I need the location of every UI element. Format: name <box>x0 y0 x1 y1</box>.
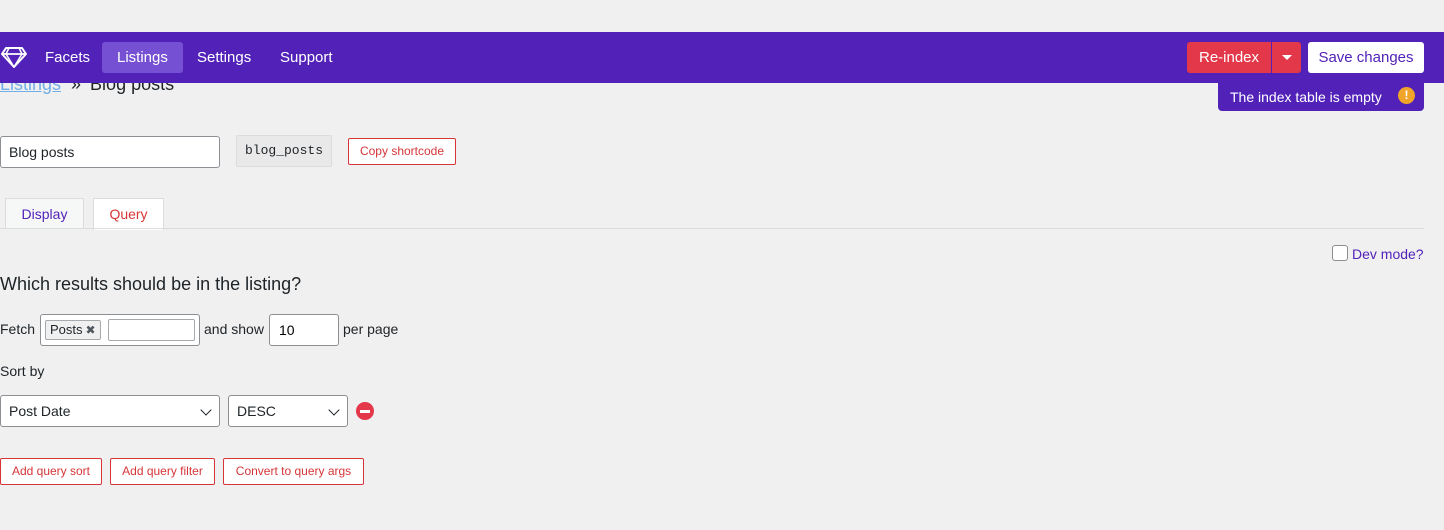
sort-by-label: Sort by <box>0 363 45 379</box>
add-query-filter-button[interactable]: Add query filter <box>110 458 215 485</box>
token-label: Posts <box>50 322 83 337</box>
dev-mode-label[interactable]: Dev mode? <box>1352 246 1424 262</box>
remove-sort-button[interactable] <box>356 402 374 420</box>
chevron-down-icon <box>328 404 340 416</box>
index-empty-notice[interactable]: The index table is empty ! <box>1218 83 1424 111</box>
sort-order-select[interactable]: DESC <box>228 395 348 427</box>
diamond-logo-icon[interactable] <box>1 47 27 68</box>
remove-token-icon[interactable]: ✖ <box>86 321 96 339</box>
sort-field-select[interactable]: Post Date <box>0 395 220 427</box>
convert-to-query-args-button[interactable]: Convert to query args <box>223 458 364 485</box>
save-changes-button[interactable]: Save changes <box>1308 42 1424 73</box>
per-page-input[interactable] <box>269 314 339 346</box>
per-page-label: per page <box>343 321 399 337</box>
listing-name-input[interactable] <box>0 136 220 168</box>
tab-query[interactable]: Query <box>93 198 164 230</box>
post-type-search-input[interactable] <box>108 319 195 341</box>
reindex-dropdown-button[interactable] <box>1272 42 1301 73</box>
nav-item-support[interactable]: Support <box>265 42 348 73</box>
nav-item-settings[interactable]: Settings <box>182 42 266 73</box>
query-section-title: Which results should be in the listing? <box>0 274 302 294</box>
add-query-sort-button[interactable]: Add query sort <box>0 458 102 485</box>
warning-icon: ! <box>1398 87 1415 104</box>
caret-down-icon <box>1282 55 1292 60</box>
top-nav-bar: Facets Listings Settings Support Re-inde… <box>0 32 1444 83</box>
tab-divider <box>0 228 1424 229</box>
copy-shortcode-button[interactable]: Copy shortcode <box>348 138 456 165</box>
nav-item-facets[interactable]: Facets <box>30 42 105 73</box>
post-type-selector[interactable]: Posts ✖ <box>40 314 200 346</box>
notice-text: The index table is empty <box>1230 89 1382 105</box>
dev-mode-checkbox[interactable] <box>1332 245 1348 261</box>
listing-slug: blog_posts <box>236 135 332 167</box>
sort-field-value: Post Date <box>9 403 71 419</box>
tab-display[interactable]: Display <box>5 198 84 229</box>
sort-order-value: DESC <box>237 403 276 419</box>
post-type-token: Posts ✖ <box>45 320 101 340</box>
fetch-label: Fetch <box>0 321 36 337</box>
chevron-down-icon <box>200 404 212 416</box>
nav-item-listings[interactable]: Listings <box>102 42 183 73</box>
minus-icon <box>360 409 370 413</box>
reindex-button[interactable]: Re-index <box>1187 42 1271 73</box>
and-show-label: and show <box>204 321 264 337</box>
